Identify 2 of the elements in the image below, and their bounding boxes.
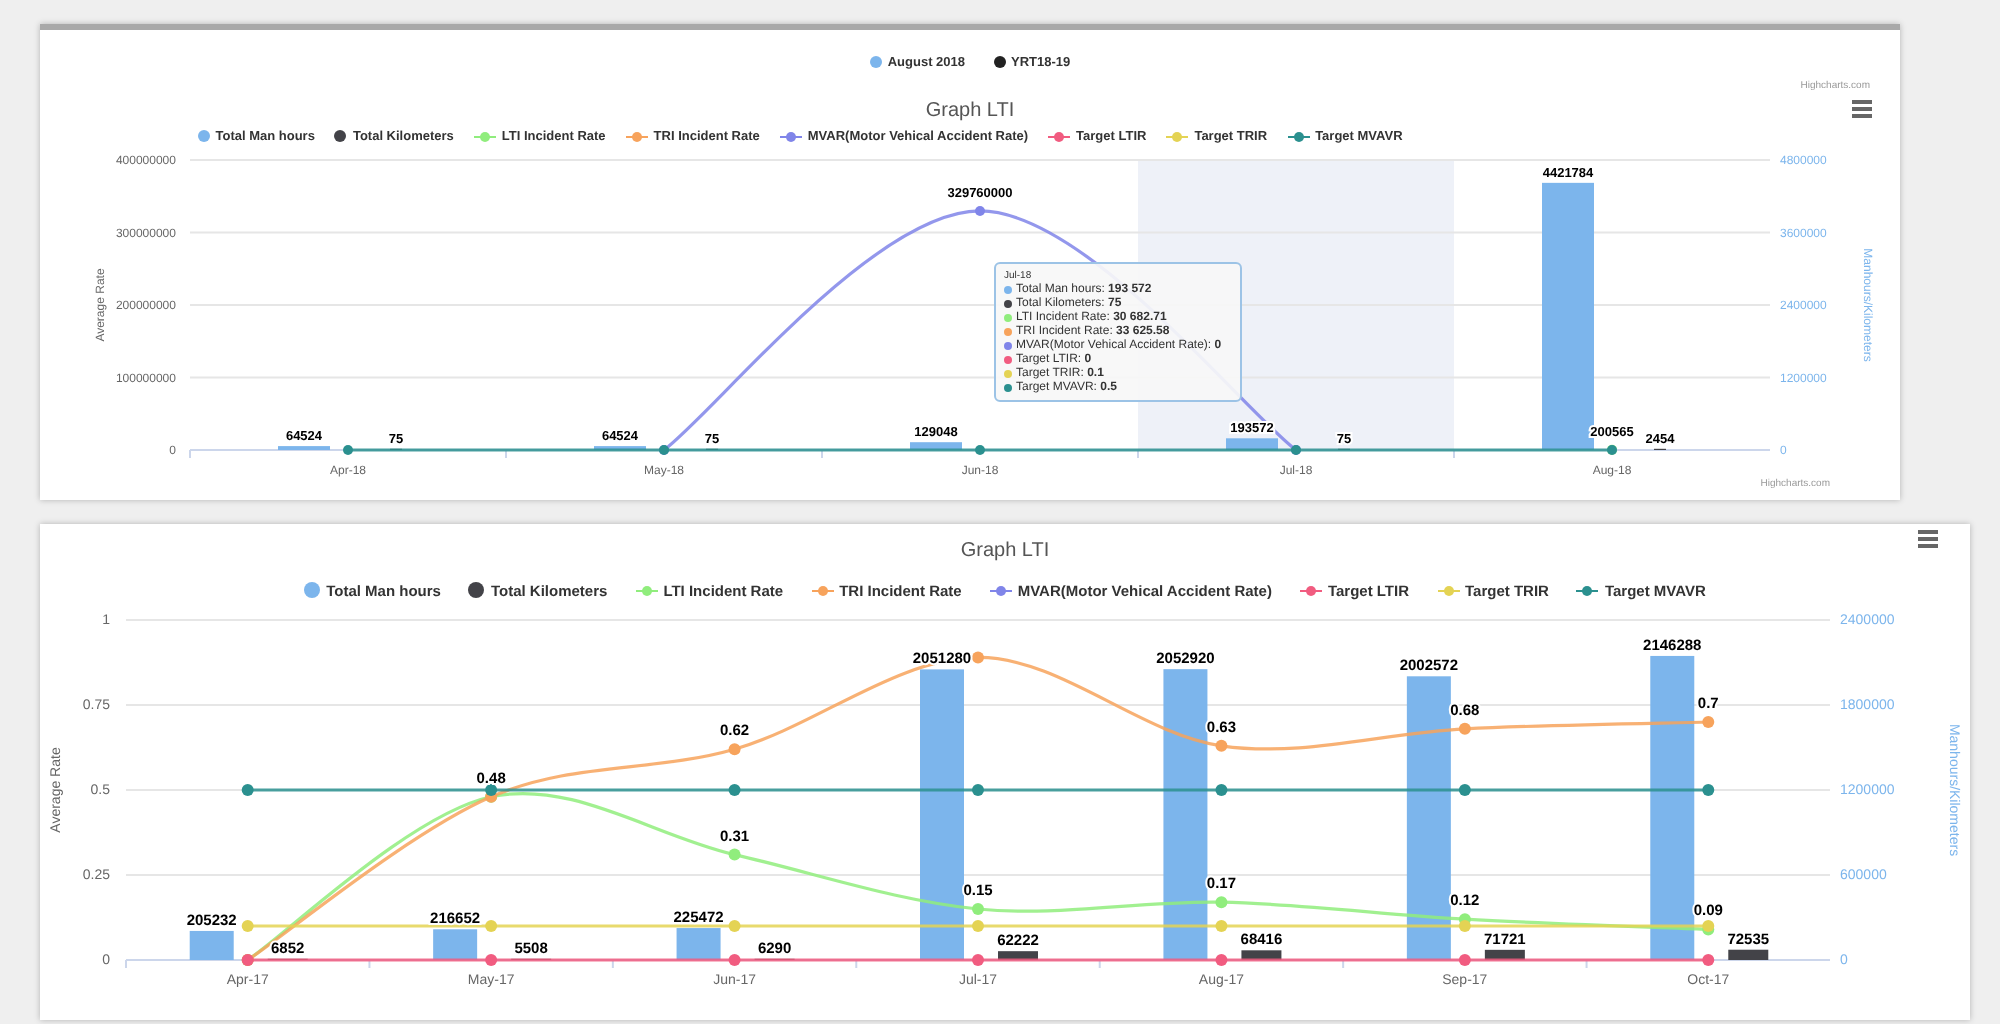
chart-title: Graph LTI — [925, 99, 1015, 121]
chart-title: Graph LTI — [960, 540, 1050, 562]
